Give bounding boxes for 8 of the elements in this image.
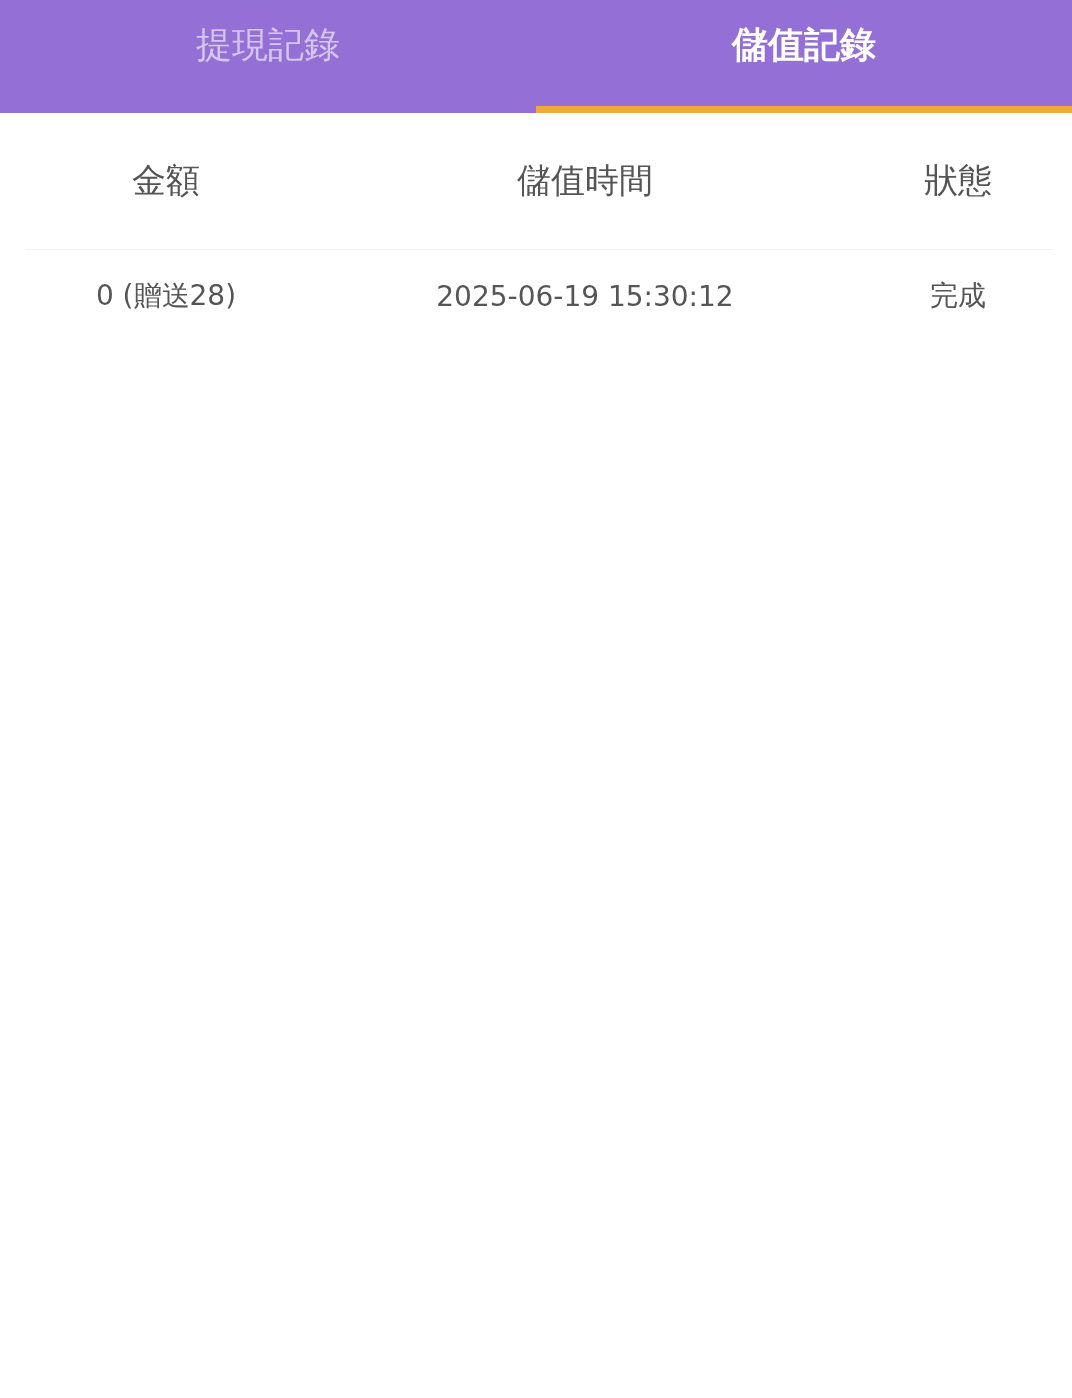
table-cell-text: 完成 (928, 278, 987, 314)
table-cell-text: 2025-06-19 15:30:12 (435, 278, 735, 315)
column-header: 狀態 (863, 113, 1052, 250)
column-header: 儲值時間 (307, 113, 863, 250)
table-cell-text: 0 (贈送28) (94, 278, 238, 314)
column-header: 金額 (25, 113, 307, 250)
tab[interactable]: 儲值記錄 (536, 0, 1072, 113)
tab[interactable]: 提現記錄 (0, 0, 536, 113)
